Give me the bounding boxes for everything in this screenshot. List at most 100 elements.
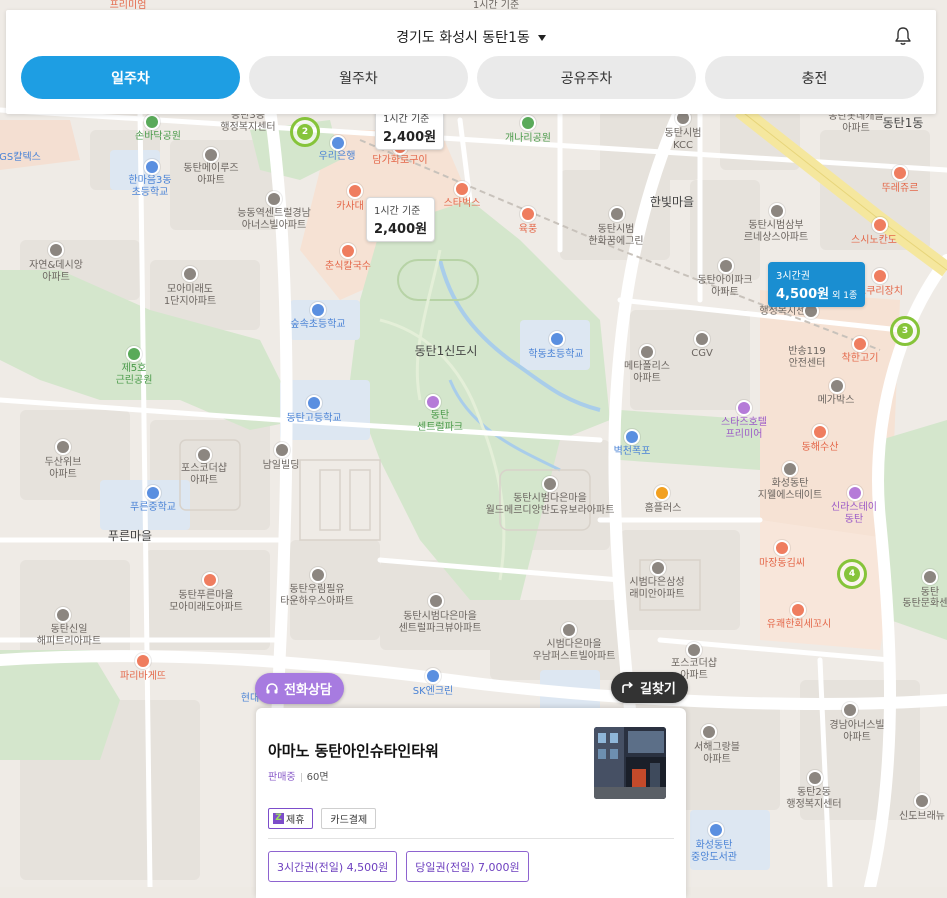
library-icon bbox=[708, 822, 724, 838]
school-icon bbox=[145, 485, 161, 501]
map-label: 동탄우림필유 타운하우스아파트 bbox=[280, 584, 354, 607]
building-icon bbox=[807, 770, 823, 786]
map-label: 서해그랑블 아파트 bbox=[694, 742, 740, 765]
map-label: SK엔크린 bbox=[412, 686, 454, 697]
bell-icon[interactable] bbox=[894, 26, 912, 46]
school-icon bbox=[144, 159, 160, 175]
bank-icon bbox=[330, 135, 346, 151]
map-label: 모아미래도 1단지아파트 bbox=[163, 284, 217, 307]
map-label: 춘식칼국수 bbox=[325, 261, 371, 272]
partner-tag: Z 제휴 bbox=[268, 808, 314, 829]
parking-lot-name: 아마노 동탄아인슈타인타워 bbox=[268, 742, 439, 760]
restaurant-icon bbox=[347, 183, 363, 199]
parking-lot-card[interactable]: 아마노 동탄아인슈타인타워 판매중 60면 Z 제휴 카드결제 3시간권(전일) 4… bbox=[256, 708, 686, 898]
map-label: 동탄푸른마을 모아미래도아파트 bbox=[169, 590, 243, 613]
building-icon bbox=[650, 560, 666, 576]
map-label: 신도브래뉴 bbox=[899, 811, 945, 822]
location-text: 경기도 화성시 동탄1동 bbox=[396, 30, 530, 46]
building-icon bbox=[428, 593, 444, 609]
map-label: 마장동김씨 bbox=[759, 558, 805, 569]
building-icon bbox=[542, 476, 558, 492]
restaurant-icon bbox=[774, 540, 790, 556]
building-icon bbox=[561, 622, 577, 638]
building-icon bbox=[310, 567, 326, 583]
map-label: 유쾌한회세꼬시 bbox=[766, 619, 832, 630]
restaurant-icon bbox=[852, 336, 868, 352]
hotel-icon bbox=[736, 400, 752, 416]
map-label: 푸른마을 bbox=[107, 529, 153, 543]
building-icon bbox=[842, 702, 858, 718]
map-label: 신라스테이 동탄 bbox=[831, 502, 877, 525]
building-icon bbox=[701, 724, 717, 740]
parking-price-marker[interactable]: 1시간 기준 2,400원 bbox=[366, 197, 436, 242]
parking-price-marker-selected[interactable]: 3시간권 4,500원 외 1종 bbox=[768, 262, 866, 307]
space-count: 60면 bbox=[306, 772, 329, 783]
price-marker-time: 1시간 기준 bbox=[374, 206, 421, 217]
map-label: 동탄시범 KCC bbox=[664, 128, 702, 151]
phone-consult-button[interactable]: 전화상담 bbox=[255, 673, 344, 704]
map-label: 시범다은마을 우남퍼스트빌아파트 bbox=[532, 639, 616, 662]
map-label: 담가화로구이 bbox=[372, 155, 428, 166]
park-icon bbox=[126, 346, 142, 362]
parking-type-tabs: 일주차 월주차 공유주차 충전 bbox=[21, 56, 924, 99]
cinema-icon bbox=[694, 331, 710, 347]
map-label: 한빛마을 bbox=[649, 195, 695, 209]
school-icon bbox=[310, 302, 326, 318]
restaurant-icon bbox=[340, 243, 356, 259]
headset-icon bbox=[266, 682, 278, 693]
building-icon bbox=[55, 607, 71, 623]
map-label: 동탄시범 한화꿈에그린 bbox=[588, 224, 644, 247]
building-icon bbox=[609, 206, 625, 222]
price-value: 4,500원 bbox=[776, 287, 830, 302]
map-label: 동탄시범다은마을 센트럴파크뷰아파트 bbox=[398, 611, 482, 634]
price-marker-amount: 2,400원 bbox=[374, 222, 428, 237]
directions-button[interactable]: 길찾기 bbox=[611, 672, 688, 703]
tab-ev-charging[interactable]: 충전 bbox=[705, 56, 924, 99]
card-payment-tag: 카드결제 bbox=[321, 808, 377, 829]
map-label: 스타즈호텔 프리미어 bbox=[721, 417, 767, 440]
map-label: 두산위브 아파트 bbox=[44, 457, 82, 480]
hotel-icon bbox=[847, 485, 863, 501]
map-label: 동해수산 bbox=[801, 442, 839, 453]
turn-right-arrow-icon bbox=[622, 681, 634, 693]
parking-lot-photo[interactable] bbox=[594, 727, 666, 799]
tab-monthly-parking[interactable]: 월주차 bbox=[249, 56, 468, 99]
building-icon bbox=[182, 266, 198, 282]
tab-shared-parking[interactable]: 공유주차 bbox=[477, 56, 696, 99]
caret-down-icon bbox=[537, 35, 546, 41]
cinema-icon bbox=[829, 378, 845, 394]
parking-cluster-marker[interactable]: 4 bbox=[837, 559, 867, 589]
ticket-option-3hour[interactable]: 3시간권(전일) 4,500원 bbox=[268, 851, 398, 882]
parking-cluster-marker[interactable]: 2 bbox=[290, 117, 320, 147]
building-icon bbox=[922, 569, 938, 585]
map-label: 육풍 bbox=[518, 224, 538, 235]
school-icon bbox=[549, 331, 565, 347]
map-label: 벽천폭포 bbox=[613, 446, 651, 457]
location-selector[interactable]: 경기도 화성시 동탄1동 bbox=[6, 27, 936, 47]
map-label: 자연&데시앙 아파트 bbox=[29, 260, 83, 283]
map-label: 한마음3동 초등학교 bbox=[128, 175, 172, 198]
meta-divider bbox=[300, 772, 302, 782]
restaurant-icon bbox=[202, 572, 218, 588]
map-label: 파리바게뜨 bbox=[120, 671, 166, 682]
parking-cluster-marker[interactable]: 3 bbox=[890, 316, 920, 346]
map-label: 능동역센트럴경남 아너스빌아파트 bbox=[237, 208, 311, 231]
ticket-option-day[interactable]: 당일권(전일) 7,000원 bbox=[406, 851, 529, 882]
map-label: 동탄1신도시 bbox=[414, 344, 478, 358]
building-icon bbox=[196, 447, 212, 463]
card-divider bbox=[268, 838, 674, 839]
map-label: 개나리공원 bbox=[505, 133, 551, 144]
school-icon bbox=[306, 395, 322, 411]
top-header: 경기도 화성시 동탄1동 일주차 월주차 공유주차 충전 bbox=[6, 10, 936, 114]
restaurant-icon bbox=[790, 602, 806, 618]
feature-tags: Z 제휴 카드결제 bbox=[268, 808, 377, 829]
price-extra: 외 1종 bbox=[832, 291, 858, 301]
building-icon bbox=[274, 442, 290, 458]
restaurant-icon bbox=[520, 206, 536, 222]
tab-daily-parking[interactable]: 일주차 bbox=[21, 56, 240, 99]
map-label: 동탄롯데캐슬 아파트 bbox=[828, 111, 884, 134]
parking-lot-meta: 판매중 60면 bbox=[268, 768, 329, 783]
map-label: 동탄2동 행정복지센터 bbox=[786, 787, 842, 810]
map-label: 손바닥공원 bbox=[135, 131, 181, 142]
map-label: 푸른중학교 bbox=[130, 502, 176, 513]
